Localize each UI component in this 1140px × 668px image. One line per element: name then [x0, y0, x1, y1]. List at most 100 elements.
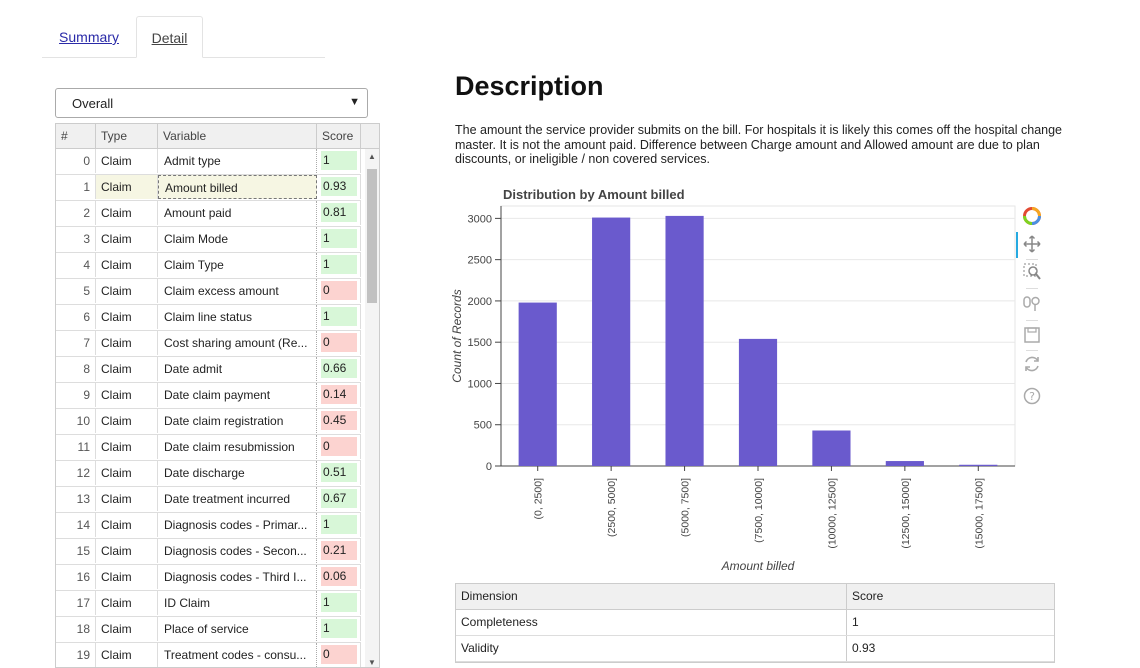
bar[interactable] [959, 464, 998, 466]
row-score[interactable]: 1 [317, 149, 361, 173]
table-row[interactable]: 1 Claim Amount billed 0.93 [56, 175, 361, 201]
bar[interactable] [812, 430, 851, 466]
bar[interactable] [738, 338, 778, 466]
bar-chart[interactable]: 0 500 1000 1500 2000 2500 3000 (0, 2500] (2500, … [445, 200, 1020, 585]
table-row[interactable]: 9 Claim Date claim payment 0.14 [56, 383, 361, 409]
box-zoom-icon[interactable] [1023, 263, 1041, 281]
row-variable[interactable]: Amount billed [158, 175, 317, 199]
row-score[interactable]: 1 [317, 305, 361, 329]
table-row[interactable]: 0 Claim Admit type 1 [56, 149, 361, 175]
row-type[interactable]: Claim [96, 227, 158, 251]
save-icon[interactable] [1023, 326, 1041, 344]
bar[interactable] [518, 302, 557, 466]
scrollbar-thumb[interactable] [367, 169, 377, 303]
row-score[interactable]: 0.66 [317, 357, 361, 381]
row-variable[interactable]: ID Claim [158, 591, 317, 615]
row-variable[interactable]: Treatment codes - consu... [158, 643, 317, 667]
table-row[interactable]: 16 Claim Diagnosis codes - Third I... 0.06 [56, 565, 361, 591]
row-variable[interactable]: Claim Mode [158, 227, 317, 251]
row-variable[interactable]: Diagnosis codes - Secon... [158, 539, 317, 563]
row-variable[interactable]: Diagnosis codes - Third I... [158, 565, 317, 589]
row-type[interactable]: Claim [96, 305, 158, 329]
table-row[interactable]: 12 Claim Date discharge 0.51 [56, 461, 361, 487]
help-icon[interactable]: ? [1023, 387, 1041, 405]
header-index[interactable]: # [56, 124, 96, 148]
row-type[interactable]: Claim [96, 253, 158, 277]
row-score[interactable]: 1 [317, 227, 361, 251]
row-score[interactable]: 1 [317, 617, 361, 641]
scroll-up-icon[interactable]: ▲ [368, 152, 376, 161]
table-row[interactable]: Completeness 1 [456, 610, 1054, 636]
row-variable[interactable]: Admit type [158, 149, 317, 173]
table-row[interactable]: 8 Claim Date admit 0.66 [56, 357, 361, 383]
row-score[interactable]: 0.67 [317, 487, 361, 511]
row-type[interactable]: Claim [96, 513, 158, 537]
row-score[interactable]: 0.14 [317, 383, 361, 407]
table-row[interactable]: 7 Claim Cost sharing amount (Re... 0 [56, 331, 361, 357]
row-variable[interactable]: Date treatment incurred [158, 487, 317, 511]
row-type[interactable]: Claim [96, 617, 158, 641]
row-variable[interactable]: Claim Type [158, 253, 317, 277]
row-variable[interactable]: Date claim payment [158, 383, 317, 407]
table-row[interactable]: 5 Claim Claim excess amount 0 [56, 279, 361, 305]
bar[interactable] [665, 215, 704, 466]
row-score[interactable]: 0.51 [317, 461, 361, 485]
row-score[interactable]: 1 [317, 253, 361, 277]
row-type[interactable]: Claim [96, 201, 158, 225]
row-type[interactable]: Claim [96, 331, 158, 355]
row-score[interactable]: 0 [317, 331, 361, 355]
table-row[interactable]: 2 Claim Amount paid 0.81 [56, 201, 361, 227]
row-score[interactable]: 0 [317, 279, 361, 303]
row-type[interactable]: Claim [96, 409, 158, 433]
row-variable[interactable]: Date admit [158, 357, 317, 381]
bokeh-logo-icon[interactable] [1023, 207, 1041, 225]
row-score[interactable]: 1 [317, 591, 361, 615]
reset-icon[interactable] [1023, 355, 1041, 373]
row-variable[interactable]: Diagnosis codes - Primar... [158, 513, 317, 537]
header-score[interactable]: Score [317, 124, 361, 148]
table-row[interactable]: 18 Claim Place of service 1 [56, 617, 361, 643]
scroll-down-icon[interactable]: ▼ [368, 658, 376, 667]
pan-icon[interactable] [1023, 235, 1041, 253]
row-type[interactable]: Claim [96, 175, 158, 199]
bar[interactable] [885, 461, 924, 466]
table-row[interactable]: 4 Claim Claim Type 1 [56, 253, 361, 279]
row-score[interactable]: 0 [317, 435, 361, 459]
tab-summary[interactable]: Summary [42, 16, 136, 56]
row-type[interactable]: Claim [96, 539, 158, 563]
tab-detail[interactable]: Detail [136, 16, 203, 58]
row-variable[interactable]: Claim line status [158, 305, 317, 329]
row-variable[interactable]: Claim excess amount [158, 279, 317, 303]
row-variable[interactable]: Place of service [158, 617, 317, 641]
row-type[interactable]: Claim [96, 487, 158, 511]
row-type[interactable]: Claim [96, 279, 158, 303]
row-type[interactable]: Claim [96, 461, 158, 485]
table-row[interactable]: 17 Claim ID Claim 1 [56, 591, 361, 617]
table-row[interactable]: 19 Claim Treatment codes - consu... 0 [56, 643, 361, 667]
row-variable[interactable]: Date discharge [158, 461, 317, 485]
table-row[interactable]: 10 Claim Date claim registration 0.45 [56, 409, 361, 435]
table-row[interactable]: 13 Claim Date treatment incurred 0.67 [56, 487, 361, 513]
header-type[interactable]: Type [96, 124, 158, 148]
row-type[interactable]: Claim [96, 357, 158, 381]
row-type[interactable]: Claim [96, 383, 158, 407]
row-variable[interactable]: Date claim registration [158, 409, 317, 433]
row-variable[interactable]: Date claim resubmission [158, 435, 317, 459]
row-score[interactable]: 0.81 [317, 201, 361, 225]
header-variable[interactable]: Variable [158, 124, 317, 148]
row-score[interactable]: 0.21 [317, 539, 361, 563]
row-score[interactable]: 0.93 [317, 175, 361, 199]
row-type[interactable]: Claim [96, 435, 158, 459]
row-variable[interactable]: Cost sharing amount (Re... [158, 331, 317, 355]
row-type[interactable]: Claim [96, 565, 158, 589]
row-score[interactable]: 0 [317, 643, 361, 667]
table-row[interactable]: 6 Claim Claim line status 1 [56, 305, 361, 331]
table-row[interactable]: 15 Claim Diagnosis codes - Secon... 0.21 [56, 539, 361, 565]
row-score[interactable]: 0.45 [317, 409, 361, 433]
row-score[interactable]: 1 [317, 513, 361, 537]
table-row[interactable]: 3 Claim Claim Mode 1 [56, 227, 361, 253]
row-variable[interactable]: Amount paid [158, 201, 317, 225]
row-type[interactable]: Claim [96, 149, 158, 173]
row-type[interactable]: Claim [96, 591, 158, 615]
table-row[interactable]: 14 Claim Diagnosis codes - Primar... 1 [56, 513, 361, 539]
